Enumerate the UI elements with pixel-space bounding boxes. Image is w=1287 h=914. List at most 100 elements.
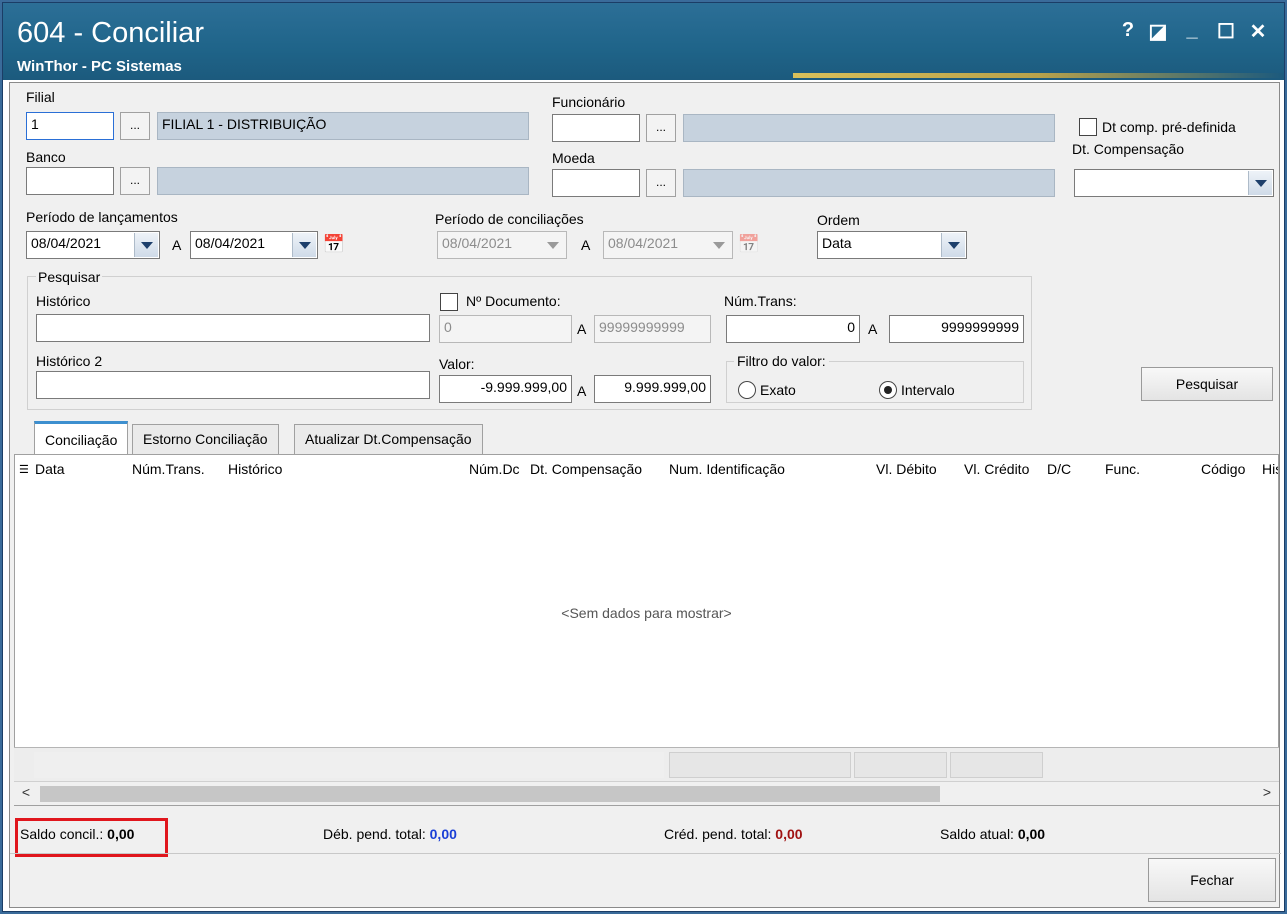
ordem-select[interactable]: Data [817,231,967,259]
minimize-button[interactable]: _ [1179,19,1205,45]
column-header[interactable]: Vl. Débito [876,461,937,477]
moeda-label: Moeda [552,150,595,166]
dt-compensacao-select[interactable] [1074,169,1274,197]
tab-atualizar-dt-compensacao[interactable]: Atualizar Dt.Compensação [294,424,483,454]
column-header[interactable]: Dt. Compensação [530,461,642,477]
maximize-button[interactable]: ☐ [1213,19,1239,45]
edit-window-button[interactable]: ◪ [1145,19,1171,45]
form-client-area: Filial 1 ... FILIAL 1 - DISTRIBUIÇÃO Ban… [9,82,1281,908]
funcionario-code-input[interactable] [552,114,640,142]
column-header[interactable]: Num. Identificação [669,461,785,477]
dt-comp-predefinida-checkbox[interactable] [1079,118,1097,136]
intervalo-radio[interactable] [879,381,897,399]
num-trans-to-input[interactable]: 9999999999 [889,315,1024,343]
n-documento-from-input: 0 [439,315,572,343]
moeda-name-field [683,169,1055,197]
chevron-down-icon [541,233,565,257]
cred-pend-label: Créd. pend. total: [664,826,772,842]
calendar-icon: 📅 [737,234,761,254]
periodo-lanc-from-select[interactable]: 08/04/2021 [26,231,160,259]
chevron-left-icon[interactable]: < [16,784,36,800]
historico-input[interactable] [36,314,430,342]
periodo-conciliacoes-label: Período de conciliações [435,211,584,227]
chevron-down-icon[interactable] [134,233,158,257]
cred-pend-value: 0,00 [775,826,803,842]
grid-footer-cell [669,752,851,778]
moeda-lookup-button[interactable]: ... [646,169,676,197]
chevron-down-icon [707,233,731,257]
window-subtitle: WinThor - PC Sistemas [17,58,182,75]
n-documento-checkbox[interactable] [440,293,458,311]
funcionario-label: Funcionário [552,94,626,110]
banco-lookup-button[interactable]: ... [120,167,150,195]
num-trans-label: Núm.Trans: [724,293,797,309]
historico-label: Histórico [36,293,91,309]
tab-estorno-conciliacao[interactable]: Estorno Conciliação [132,424,279,454]
periodo-conc-to-value: 08/04/2021 [608,235,679,251]
banco-name-field [157,167,529,195]
periodo-conc-from-select: 08/04/2021 [437,231,567,259]
banco-code-input[interactable] [26,167,114,195]
filial-label: Filial [26,89,55,105]
filial-name-field: FILIAL 1 - DISTRIBUIÇÃO [157,112,529,140]
dt-comp-predefinida-label: Dt comp. pré-definida [1102,119,1236,135]
funcionario-lookup-button[interactable]: ... [646,114,676,142]
n-documento-a-label: A [577,321,587,337]
historico2-label: Histórico 2 [36,353,103,369]
periodo-lanc-a-label: A [172,237,182,253]
column-header[interactable]: Código [1201,461,1245,477]
chevron-down-icon[interactable] [1248,171,1272,195]
periodo-conc-to-select: 08/04/2021 [603,231,733,259]
grid-footer-cell [854,752,947,778]
historico2-input[interactable] [36,371,430,399]
column-header[interactable]: His [1262,461,1278,477]
column-header[interactable]: Histórico [228,461,282,477]
filial-code-input[interactable]: 1 [26,112,114,140]
valor-from-input[interactable]: -9.999.999,00 [439,375,572,403]
ordem-label: Ordem [817,212,860,228]
cred-pend-total: Créd. pend. total: 0,00 [664,826,803,842]
periodo-lanc-to-value: 08/04/2021 [195,235,266,251]
grid-footer-cell [34,752,664,778]
valor-a-label: A [577,383,587,399]
num-trans-from-input[interactable]: 0 [726,315,860,343]
highlight-box [15,818,168,857]
column-header[interactable]: Func. [1105,461,1140,477]
chevron-down-icon[interactable] [941,233,965,257]
grid-footer-cell [950,752,1043,778]
fechar-button[interactable]: Fechar [1148,858,1276,902]
dt-compensacao-label: Dt. Compensação [1072,141,1185,157]
intervalo-label: Intervalo [901,382,955,398]
help-button[interactable]: ? [1115,19,1141,45]
valor-label: Valor: [439,356,475,372]
funcionario-name-field [683,114,1055,142]
calendar-icon[interactable]: 📅 [321,231,347,259]
horizontal-scrollbar[interactable]: < > [14,781,1279,805]
deb-pend-value: 0,00 [429,826,457,842]
column-header[interactable]: Vl. Crédito [964,461,1029,477]
periodo-lanc-to-select[interactable]: 08/04/2021 [190,231,318,259]
column-header[interactable]: D/C [1047,461,1071,477]
main-window: 604 - Conciliar WinThor - PC Sistemas ? … [2,2,1285,912]
deb-pend-label: Déb. pend. total: [323,826,426,842]
close-button[interactable]: ✕ [1245,19,1271,45]
filtro-valor-label: Filtro do valor: [734,353,829,369]
column-header[interactable]: Data [35,461,65,477]
pesquisar-button[interactable]: Pesquisar [1141,367,1273,401]
filial-lookup-button[interactable]: ... [120,112,150,140]
column-header[interactable]: Núm.Dc [469,461,525,477]
exato-radio[interactable] [738,381,756,399]
column-header[interactable]: Núm.Trans. [132,461,205,477]
moeda-code-input[interactable] [552,169,640,197]
chevron-down-icon[interactable] [292,233,316,257]
scrollbar-thumb[interactable] [40,786,940,802]
banco-label: Banco [26,149,66,165]
exato-label: Exato [760,382,796,398]
n-documento-to-input: 99999999999 [594,315,711,343]
periodo-conc-from-value: 08/04/2021 [442,235,513,251]
chevron-right-icon[interactable]: > [1257,784,1277,800]
valor-to-input[interactable]: 9.999.999,00 [594,375,711,403]
grid-menu-icon[interactable]: ☰ [19,463,29,476]
saldo-atual: Saldo atual: 0,00 [940,826,1045,842]
tab-conciliacao[interactable]: Conciliação [34,421,129,455]
